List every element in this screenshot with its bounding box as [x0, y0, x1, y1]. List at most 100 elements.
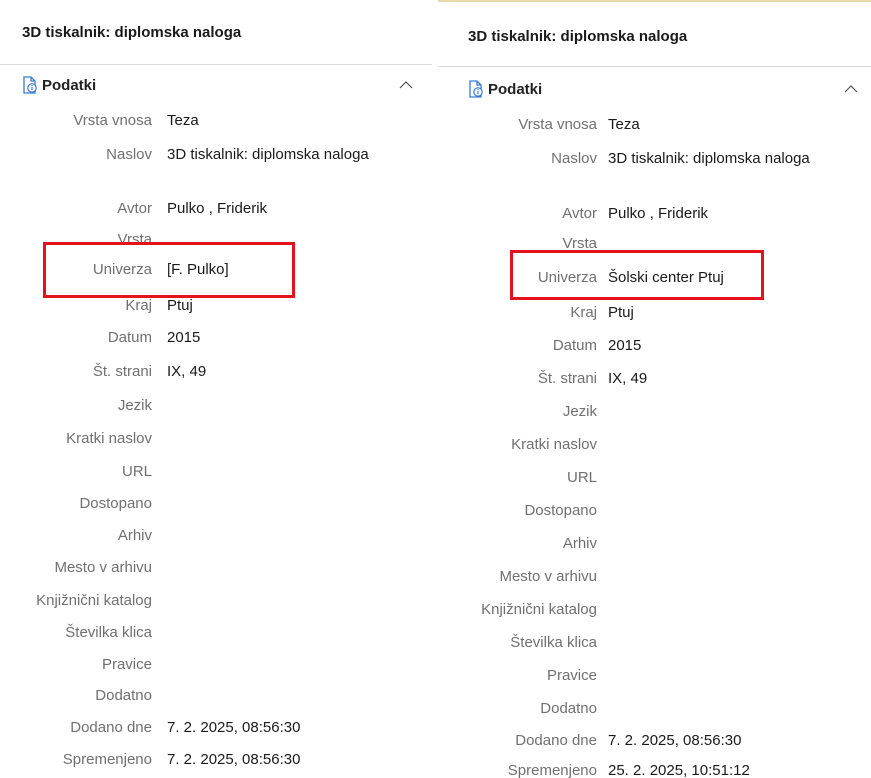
field-row: Naslov 3D tiskalnik: diplomska naloga	[438, 147, 871, 171]
field-label: Arhiv	[117, 527, 152, 544]
field-label: Vrsta	[117, 231, 152, 248]
item-title-bar: 3D tiskalnik: diplomska naloga	[438, 2, 871, 67]
item-title-bar: 3D tiskalnik: diplomska naloga	[0, 0, 432, 65]
field-row: Vrsta	[438, 232, 871, 256]
field-label: Vrsta vnosa	[73, 112, 152, 129]
field-label: Št. strani	[537, 370, 597, 387]
field-value[interactable]: 7. 2. 2025, 08:56:30	[167, 716, 407, 740]
field-value[interactable]: IX, 49	[167, 360, 407, 384]
field-label: URL	[121, 463, 152, 480]
field-row: Arhiv	[0, 524, 432, 548]
field-value[interactable]: Ptuj	[608, 301, 848, 325]
item-pane-left: 3D tiskalnik: diplomska naloga Podatki V…	[0, 0, 433, 778]
field-label: Številka klica	[65, 624, 152, 641]
field-label: Vrsta	[562, 235, 597, 252]
field-value[interactable]: IX, 49	[608, 367, 848, 391]
field-label: Avtor	[562, 205, 597, 222]
field-row: Kratki naslov	[0, 427, 432, 451]
field-label: Dodatno	[540, 700, 597, 717]
field-label: Jezik	[562, 403, 597, 420]
field-label: Naslov	[106, 146, 152, 163]
field-row: Jezik	[0, 394, 432, 418]
field-row: Datum 2015	[438, 334, 871, 358]
field-value[interactable]: Ptuj	[167, 294, 407, 318]
field-value[interactable]: 3D tiskalnik: diplomska naloga	[167, 143, 407, 167]
field-row: Pravice	[0, 653, 432, 677]
field-label: Dodano dne	[515, 732, 597, 749]
field-label: Kraj	[125, 297, 152, 314]
field-row: Vrsta vnosa Teza	[0, 109, 432, 133]
field-row-univerza: Univerza Šolski center Ptuj	[438, 266, 871, 290]
field-label: Pravice	[546, 667, 597, 684]
field-row: Št. strani IX, 49	[438, 367, 871, 391]
item-pane-right: 3D tiskalnik: diplomska naloga Podatki V…	[438, 0, 871, 778]
field-label: Knjižnični katalog	[36, 592, 152, 609]
field-label: Avtor	[117, 200, 152, 217]
field-row: Avtor Pulko , Friderik	[0, 197, 432, 221]
field-label: Kraj	[570, 304, 597, 321]
field-label: Dostopano	[79, 495, 152, 512]
field-value[interactable]: Teza	[608, 113, 848, 137]
field-value[interactable]: Pulko , Friderik	[608, 202, 848, 226]
field-label: Spremenjeno	[507, 762, 597, 778]
field-row: Mesto v arhivu	[0, 556, 432, 580]
field-row: Jezik	[438, 400, 871, 424]
field-label: Dodano dne	[70, 719, 152, 736]
field-label: Univerza	[537, 269, 597, 286]
field-row: Vrsta	[0, 228, 432, 252]
field-value[interactable]: Pulko , Friderik	[167, 197, 407, 221]
field-label: Naslov	[551, 150, 597, 167]
field-row: Knjižnični katalog	[438, 598, 871, 622]
field-label: Knjižnični katalog	[481, 601, 597, 618]
info-section-header[interactable]: Podatki	[438, 74, 871, 104]
chevron-up-icon[interactable]	[842, 82, 860, 96]
field-row: Kraj Ptuj	[0, 294, 432, 318]
field-row: Spremenjeno 25. 2. 2025, 10:51:12	[438, 759, 871, 778]
field-row: Dostopano	[0, 492, 432, 516]
info-section-header[interactable]: Podatki	[0, 70, 432, 100]
field-label: Univerza	[92, 261, 152, 278]
field-row: Arhiv	[438, 532, 871, 556]
field-row: Dostopano	[438, 499, 871, 523]
field-value[interactable]: 3D tiskalnik: diplomska naloga	[608, 147, 848, 171]
field-row: Številka klica	[0, 621, 432, 645]
field-row: Vrsta vnosa Teza	[438, 113, 871, 137]
chevron-up-icon[interactable]	[397, 78, 415, 92]
field-row: URL	[0, 460, 432, 484]
document-info-icon	[469, 80, 483, 98]
field-label: Pravice	[101, 656, 152, 673]
field-label: Jezik	[117, 397, 152, 414]
field-value[interactable]: 7. 2. 2025, 08:56:30	[167, 748, 407, 772]
field-row: Avtor Pulko , Friderik	[438, 202, 871, 226]
field-row: Dodano dne 7. 2. 2025, 08:56:30	[0, 716, 432, 740]
item-title[interactable]: 3D tiskalnik: diplomska naloga	[468, 28, 687, 45]
field-label: Št. strani	[92, 363, 152, 380]
field-row: Knjižnični katalog	[0, 589, 432, 613]
field-label: Mesto v arhivu	[54, 559, 152, 576]
field-row-univerza: Univerza [F. Pulko]	[0, 258, 432, 282]
field-value[interactable]: Teza	[167, 109, 407, 133]
field-row: Pravice	[438, 664, 871, 688]
field-label: Številka klica	[510, 634, 597, 651]
field-value[interactable]: 25. 2. 2025, 10:51:12	[608, 759, 848, 778]
field-value-univerza[interactable]: Šolski center Ptuj	[608, 266, 848, 290]
field-row: URL	[438, 466, 871, 490]
field-row: Dodano dne 7. 2. 2025, 08:56:30	[438, 729, 871, 753]
field-label: Kratki naslov	[66, 430, 152, 447]
field-row: Dodatno	[438, 697, 871, 721]
field-value-univerza[interactable]: [F. Pulko]	[167, 258, 407, 282]
field-value[interactable]: 7. 2. 2025, 08:56:30	[608, 729, 848, 753]
field-value[interactable]: 2015	[608, 334, 848, 358]
field-label: Arhiv	[562, 535, 597, 552]
item-title[interactable]: 3D tiskalnik: diplomska naloga	[22, 24, 241, 41]
field-label: URL	[566, 469, 597, 486]
field-value[interactable]: 2015	[167, 326, 407, 350]
field-row: Kraj Ptuj	[438, 301, 871, 325]
field-label: Spremenjeno	[62, 751, 152, 768]
field-label: Datum	[107, 329, 152, 346]
section-label-podatki: Podatki	[488, 81, 543, 98]
field-row: Naslov 3D tiskalnik: diplomska naloga	[0, 143, 432, 167]
field-label: Kratki naslov	[511, 436, 597, 453]
field-row: Kratki naslov	[438, 433, 871, 457]
document-info-icon	[23, 76, 37, 94]
